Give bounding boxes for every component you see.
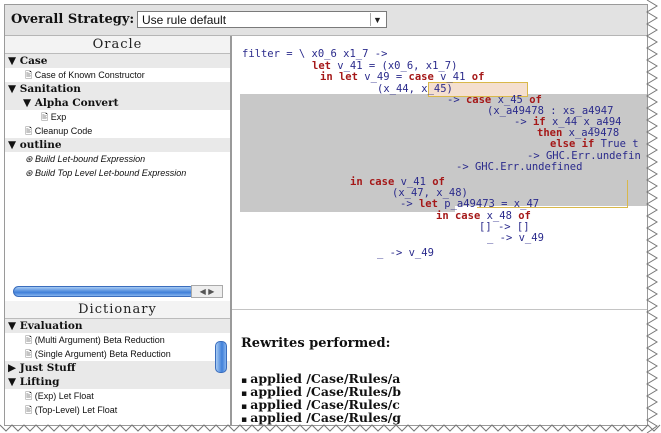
strategy-select-value: Use rule default: [142, 13, 227, 27]
tree-item[interactable]: ⊛ Build Let-bound Expression: [5, 152, 230, 166]
arrow-left-icon[interactable]: ◀: [200, 287, 206, 296]
torn-edge-bottom: [0, 424, 661, 432]
dictionary-tree: ▼ Evaluation 🖹 (Multi Argument) Beta Redu…: [5, 319, 230, 417]
tree-item[interactable]: 🖹 Case of Known Constructor: [5, 68, 230, 82]
code-line[interactable]: -> let p_a49473 = x_47: [400, 198, 539, 210]
dictionary-vertical-scrollbar[interactable]: [215, 341, 227, 373]
arrow-right-icon[interactable]: ▶: [208, 287, 214, 296]
rewrites-list: applied /Case/Rules/aapplied /Case/Rules…: [241, 372, 401, 424]
strategy-toolbar: Overall Strategy: Use rule default ▼: [5, 5, 647, 36]
code-listing: filter = \ x0_6 x1_7 -> let v_41 = (x0_6,…: [232, 48, 647, 298]
code-line[interactable]: in let v_49 = case v_41 of: [320, 71, 484, 83]
rewrites-title: Rewrites performed:: [241, 336, 391, 351]
tree-category[interactable]: ▼ Lifting: [5, 375, 230, 389]
code-line[interactable]: _ -> v_49: [487, 232, 544, 244]
tree-item[interactable]: 🖹 (Single Argument) Beta Reduction: [5, 347, 230, 361]
tree-category[interactable]: ▼ Alpha Convert: [5, 96, 230, 110]
tree-category[interactable]: ▼ outline: [5, 138, 230, 152]
oracle-tree: ▼ Case 🖹 Case of Known Constructor ▼ Sanit…: [5, 54, 230, 180]
tree-item[interactable]: 🖹 Cleanup Code: [5, 124, 230, 138]
tree-category[interactable]: ▼ Sanitation: [5, 82, 230, 96]
rewrite-item: applied /Case/Rules/g: [241, 411, 401, 424]
strategy-label: Overall Strategy:: [11, 12, 135, 27]
strategy-select[interactable]: Use rule default ▼: [137, 11, 387, 28]
tree-category[interactable]: ▼ Case: [5, 54, 230, 68]
scroll-arrows[interactable]: ◀ ▶: [191, 285, 223, 298]
tree-category[interactable]: ▶ Just Stuff: [5, 361, 230, 375]
tree-item[interactable]: 🖹 (Exp) Let Float: [5, 389, 230, 403]
divider: [232, 309, 647, 310]
left-panel: Oracle ▼ Case 🖹 Case of Known Constructor…: [5, 36, 232, 425]
code-line[interactable]: (x_44, x_45): [377, 83, 453, 95]
tree-item[interactable]: 🖹 (Top-Level) Let Float: [5, 403, 230, 417]
code-line[interactable]: _ -> v_49: [377, 247, 434, 259]
torn-edge-right: [646, 0, 658, 433]
code-line[interactable]: else if True t: [550, 138, 639, 150]
code-line[interactable]: filter = \ x0_6 x1_7 ->: [242, 48, 387, 60]
dictionary-title: Dictionary: [5, 301, 230, 319]
tree-item[interactable]: ⊛ Build Top Level Let-bound Expression: [5, 166, 230, 180]
code-line[interactable]: -> GHC.Err.undefined: [456, 161, 582, 173]
oracle-horizontal-scrollbar[interactable]: ◀ ▶: [7, 284, 227, 298]
tree-category[interactable]: ▼ Evaluation: [5, 319, 230, 333]
code-view: filter = \ x0_6 x1_7 -> let v_41 = (x0_6,…: [232, 36, 647, 425]
tree-item[interactable]: 🖹 (Multi Argument) Beta Reduction: [5, 333, 230, 347]
tree-item[interactable]: 🖹 Exp: [5, 110, 230, 124]
application-window: Overall Strategy: Use rule default ▼ Ora…: [4, 4, 648, 426]
chevron-down-icon[interactable]: ▼: [370, 13, 384, 26]
scroll-thumb[interactable]: [13, 286, 195, 297]
oracle-title: Oracle: [5, 36, 230, 54]
dictionary-panel: Dictionary ▼ Evaluation 🖹 (Multi Argument…: [5, 301, 230, 425]
